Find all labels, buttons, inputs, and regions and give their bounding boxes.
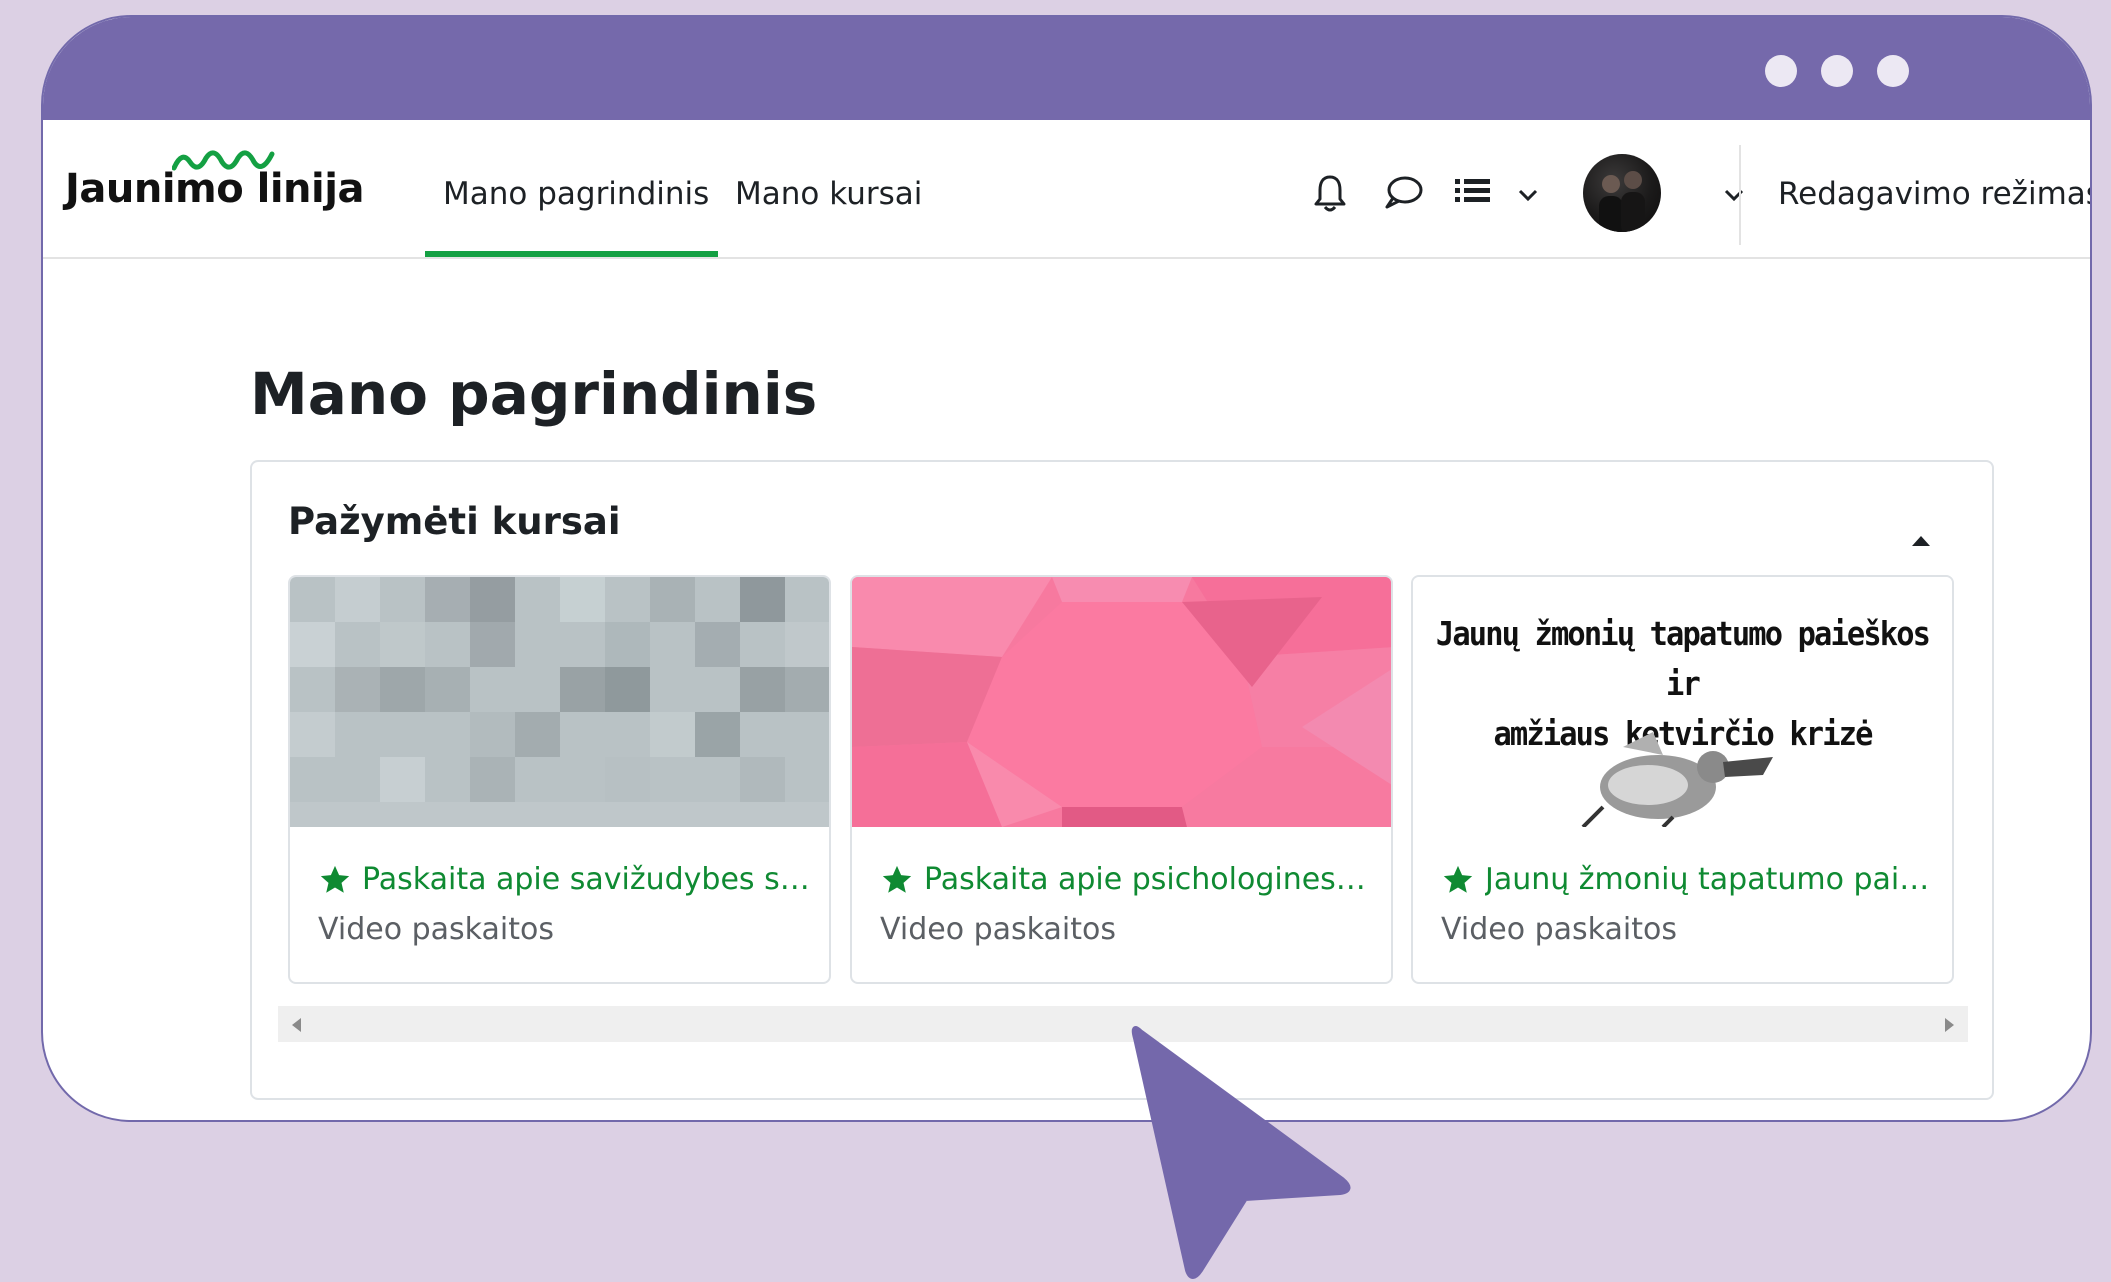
- bird-drawing-image: [1581, 732, 1773, 827]
- course-image: Jaunų žmonių tapatumo paieškos ir amžiau…: [1413, 577, 1952, 827]
- course-category: Video paskaitos: [1441, 912, 1677, 947]
- course-image: [852, 577, 1391, 827]
- navbar-divider: [1739, 145, 1741, 245]
- chat-icon[interactable]: [1383, 173, 1425, 213]
- course-card[interactable]: Jaunų žmonių tapatumo paieškos ir amžiau…: [1411, 575, 1954, 984]
- edit-mode-toggle[interactable]: Redagavimo režimas: [1778, 176, 2090, 212]
- course-name-link[interactable]: Paskaita apie psichologines tr...: [924, 862, 1374, 897]
- window-dot: [1765, 55, 1797, 87]
- window-titlebar: [43, 17, 2090, 120]
- window-dot: [1877, 55, 1909, 87]
- course-name-link[interactable]: Paskaita apie savižudybes su ...: [362, 862, 812, 897]
- course-image-text: Jaunų žmonių tapatumo paieškos ir: [1435, 614, 1931, 703]
- scroll-right-arrow[interactable]: [1945, 1018, 1954, 1032]
- avatar[interactable]: [1583, 154, 1661, 232]
- arrow-pointer-icon: [1131, 1026, 1351, 1279]
- avatar-photo: [1599, 171, 1645, 232]
- star-icon[interactable]: [880, 863, 914, 897]
- chevron-down-icon[interactable]: [1723, 188, 1745, 202]
- caret-up-icon[interactable]: [1910, 534, 1932, 548]
- course-image: [290, 577, 829, 827]
- scroll-left-arrow[interactable]: [292, 1018, 301, 1032]
- star-icon[interactable]: [1441, 863, 1475, 897]
- window-dot: [1821, 55, 1853, 87]
- course-category: Video paskaitos: [318, 912, 554, 947]
- browser-window: Jaunimo linija Mano pagrindinis Mano kur…: [41, 15, 2092, 1122]
- chevron-down-icon[interactable]: [1517, 188, 1539, 202]
- site-logo[interactable]: Jaunimo linija: [65, 166, 364, 212]
- nav-link-my-courses[interactable]: Mano kursai: [735, 176, 922, 212]
- block-title: Pažymėti kursai: [288, 500, 621, 543]
- top-navbar: Jaunimo linija Mano pagrindinis Mano kur…: [43, 120, 2090, 259]
- page-title: Mano pagrindinis: [250, 360, 818, 428]
- nav-link-dashboard[interactable]: Mano pagrindinis: [443, 176, 709, 212]
- starred-courses-block: Pažymėti kursai Paskaita apie savižudybe…: [250, 460, 1994, 1100]
- course-category: Video paskaitos: [880, 912, 1116, 947]
- list-icon[interactable]: [1453, 173, 1493, 213]
- bell-icon[interactable]: [1313, 173, 1347, 213]
- nav-active-indicator: [425, 251, 718, 257]
- star-icon[interactable]: [318, 863, 352, 897]
- course-card[interactable]: Paskaita apie psichologines tr... Video …: [850, 575, 1393, 984]
- course-pattern-image: [852, 577, 1391, 827]
- course-card[interactable]: Paskaita apie savižudybes su ... Video p…: [288, 575, 831, 984]
- course-name-link[interactable]: Jaunų žmonių tapatumo paie...: [1485, 862, 1935, 897]
- course-pattern-image: [290, 577, 829, 827]
